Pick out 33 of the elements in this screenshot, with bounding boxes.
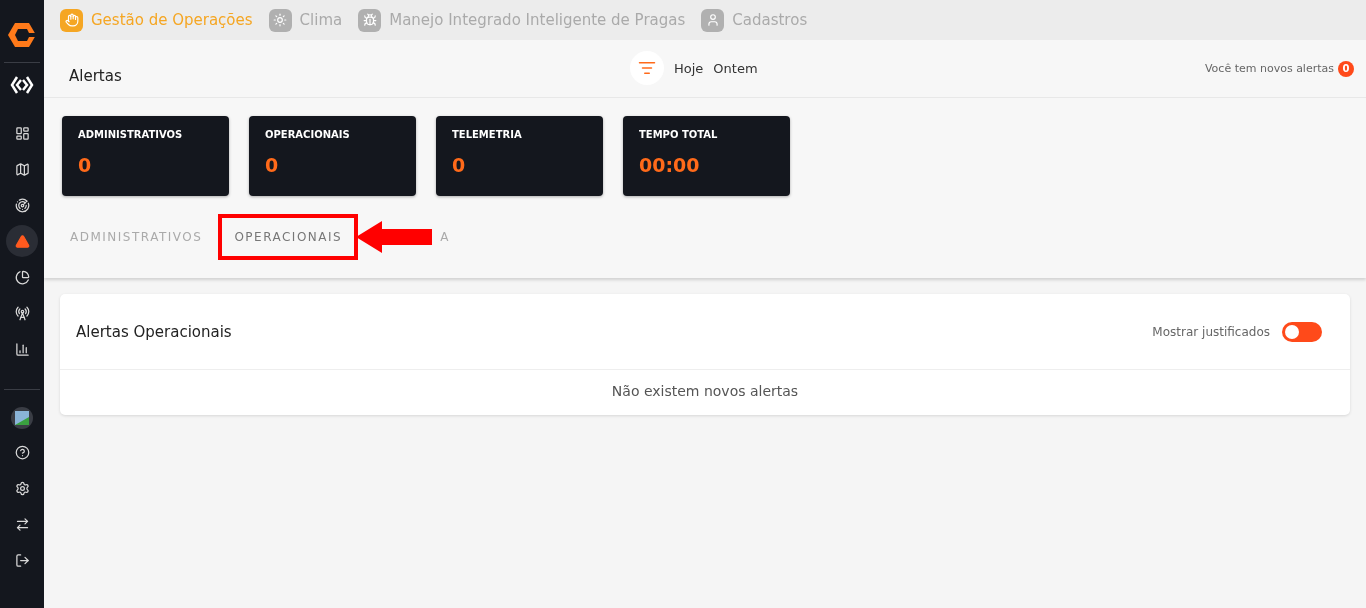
stat-label: ADMINISTRATIVOS: [78, 129, 184, 140]
page-title: Alertas: [69, 66, 122, 85]
stat-label: TEMPO TOTAL: [639, 129, 719, 140]
stat-value: 00:00: [639, 154, 701, 176]
new-alerts-notice: Você tem novos alertas: [1204, 62, 1334, 75]
alert-count-badge: 0: [1338, 60, 1354, 77]
avatar-picture-icon[interactable]: [10, 406, 34, 430]
hand-icon: [60, 8, 83, 32]
stat-value: 0: [452, 154, 467, 176]
tab[interactable]: OPERACIONAIS: [218, 214, 359, 260]
stat-value: 0: [78, 154, 93, 176]
module-tab[interactable]: Gestão de Operações: [60, 8, 253, 32]
module-tab[interactable]: Cadastros: [701, 8, 808, 32]
user-icon: [701, 8, 725, 32]
module-tab[interactable]: Clima: [268, 8, 343, 32]
diamond-logo-icon[interactable]: [10, 75, 34, 95]
module-tab[interactable]: Manejo Integrado Inteligente de Pragas: [358, 8, 686, 32]
toggle-label: Mostrar justificados: [1152, 324, 1270, 339]
tab[interactable]: ADMINISTRATIVOS: [54, 214, 219, 260]
warning-icon[interactable]: [6, 225, 38, 257]
date-filter-link[interactable]: Ontem: [713, 60, 758, 76]
sun-icon: [268, 8, 292, 32]
date-filter-link[interactable]: Hoje: [674, 60, 704, 76]
stat-value: 0: [265, 154, 280, 176]
tab[interactable]: A: [424, 214, 466, 260]
justified-toggle[interactable]: [1282, 321, 1322, 342]
empty-message: Não existem novos alertas: [610, 382, 800, 401]
bug-icon: [358, 8, 382, 32]
logo-icon: [7, 20, 37, 50]
filter-icon: [638, 59, 656, 77]
stat-label: TELEMETRIA: [452, 129, 523, 140]
stat-label: OPERACIONAIS: [265, 129, 351, 140]
panel-title: Alertas Operacionais: [76, 322, 232, 341]
